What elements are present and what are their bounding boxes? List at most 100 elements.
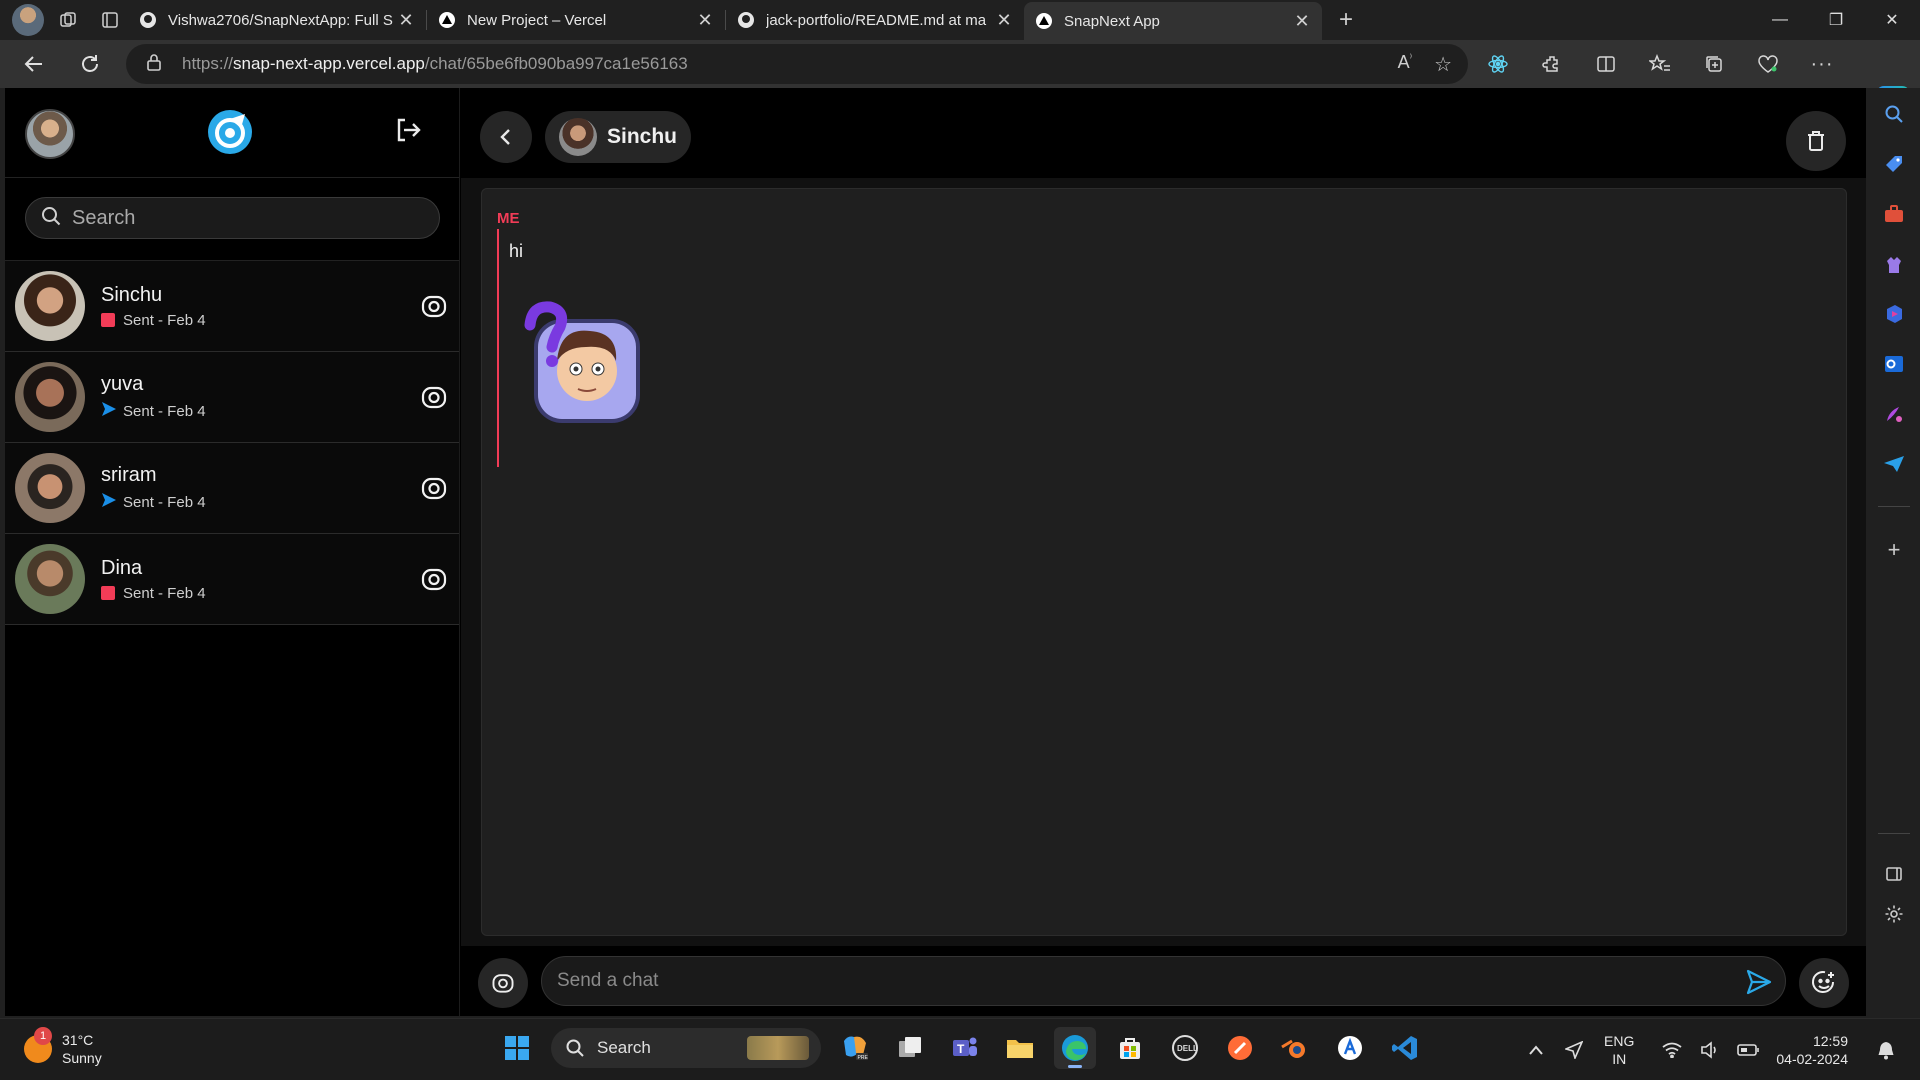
read-aloud-icon[interactable]: A⁾	[1398, 52, 1412, 77]
hide-sidebar-icon[interactable]	[1878, 858, 1910, 890]
copilot-preview-icon[interactable]: PRE	[834, 1027, 876, 1069]
close-tab-icon[interactable]: ✕	[396, 10, 416, 31]
start-button[interactable]	[496, 1027, 538, 1069]
avatar	[559, 118, 597, 156]
close-tab-icon[interactable]: ✕	[994, 10, 1014, 31]
camera-icon[interactable]	[419, 291, 449, 321]
back-icon[interactable]	[14, 44, 54, 84]
battery-icon[interactable]	[1734, 1043, 1762, 1057]
message-input[interactable]	[557, 970, 1707, 992]
logout-icon[interactable]	[393, 115, 429, 151]
snapnext-logo-icon[interactable]	[208, 110, 252, 154]
tab-snapnext-app[interactable]: SnapNext App ✕	[1024, 2, 1322, 40]
message-text: hi	[509, 241, 524, 261]
url-field[interactable]: https://snap-next-app.vercel.app/chat/65…	[126, 44, 1468, 84]
address-bar-row: https://snap-next-app.vercel.app/chat/65…	[0, 40, 1920, 120]
settings-gear-icon[interactable]	[1878, 898, 1910, 930]
task-view-icon[interactable]	[889, 1027, 931, 1069]
weather-widget[interactable]: 1 31°C Sunny	[24, 1027, 102, 1067]
chat-list-item[interactable]: yuva Sent - Feb 4	[5, 352, 459, 443]
avatar	[15, 271, 85, 341]
recipient-pill[interactable]: Sinchu	[545, 111, 692, 163]
camera-icon[interactable]	[419, 564, 449, 594]
browser-tab-strip: Vishwa2706/SnapNextApp: Full S ✕ New Pro…	[0, 0, 1920, 40]
minimize-icon[interactable]: —	[1752, 0, 1808, 40]
camera-icon[interactable]	[419, 473, 449, 503]
notifications-bell-icon[interactable]	[1872, 1040, 1900, 1060]
chat-list-item[interactable]: Dina Sent - Feb 4	[5, 534, 459, 625]
restore-icon[interactable]: ❐	[1808, 0, 1864, 40]
browser-essentials-icon[interactable]	[1750, 46, 1786, 82]
system-clock[interactable]: 12:59 04-02-2024	[1776, 1032, 1848, 1068]
react-devtools-icon[interactable]	[1480, 46, 1516, 82]
close-tab-icon[interactable]: ✕	[1292, 11, 1312, 32]
message-input-box[interactable]	[541, 956, 1786, 1006]
location-arrow-icon[interactable]	[1560, 1041, 1588, 1059]
sent-snap-icon	[101, 313, 115, 327]
tab-github-snapnextapp[interactable]: Vishwa2706/SnapNextApp: Full S ✕	[128, 3, 426, 37]
volume-icon[interactable]	[1696, 1041, 1724, 1059]
collections-icon[interactable]	[1696, 46, 1732, 82]
dell-icon[interactable]: DELL	[1164, 1027, 1206, 1069]
vercel-icon	[437, 10, 457, 30]
avatar	[15, 544, 85, 614]
designer-icon[interactable]	[1878, 398, 1910, 430]
blender-icon[interactable]	[1274, 1027, 1316, 1069]
favorite-star-icon[interactable]: ☆	[1434, 52, 1452, 77]
edge-sidebar: +	[1868, 88, 1920, 1016]
outlook-icon[interactable]	[1878, 348, 1910, 380]
shopping-tag-icon[interactable]	[1878, 148, 1910, 180]
tab-github-readme[interactable]: jack-portfolio/README.md at ma ✕	[726, 3, 1024, 37]
back-button[interactable]	[480, 111, 532, 163]
split-screen-icon[interactable]	[1588, 46, 1624, 82]
camera-icon[interactable]	[419, 382, 449, 412]
sender-label: ME	[497, 210, 520, 227]
new-tab-button[interactable]: +	[1328, 2, 1364, 38]
delete-chat-button[interactable]	[1786, 111, 1846, 171]
workspaces-icon[interactable]	[50, 2, 86, 38]
avatar	[15, 362, 85, 432]
svg-text:DELL: DELL	[1177, 1044, 1198, 1053]
app-installer-icon[interactable]	[1329, 1027, 1371, 1069]
chat-list-item[interactable]: Sinchu Sent - Feb 4	[5, 261, 459, 352]
postman-icon[interactable]	[1219, 1027, 1261, 1069]
search-input[interactable]	[72, 206, 412, 230]
chat-name: yuva	[101, 373, 144, 395]
lock-icon[interactable]	[146, 53, 166, 76]
chat-status: Sent - Feb 4	[123, 584, 206, 602]
vscode-icon[interactable]	[1384, 1027, 1426, 1069]
notification-badge: 1	[34, 1027, 52, 1045]
clock-time: 12:59	[1812, 1033, 1848, 1049]
refresh-icon[interactable]	[70, 44, 110, 84]
my-avatar[interactable]	[25, 109, 75, 159]
send-icon[interactable]	[1745, 968, 1773, 996]
search-icon[interactable]	[1878, 98, 1910, 130]
favorites-icon[interactable]	[1642, 46, 1678, 82]
close-tab-icon[interactable]: ✕	[695, 10, 715, 31]
more-menu-icon[interactable]: ···	[1804, 46, 1840, 82]
microsoft-store-icon[interactable]	[1109, 1027, 1151, 1069]
tools-icon[interactable]	[1878, 198, 1910, 230]
microsoft-365-icon[interactable]	[1878, 298, 1910, 330]
chevron-up-icon[interactable]	[1522, 1045, 1550, 1055]
tab-actions-icon[interactable]	[92, 2, 128, 38]
taskbar-search[interactable]: Search	[551, 1028, 821, 1068]
search-box[interactable]	[25, 197, 440, 239]
wifi-icon[interactable]	[1658, 1042, 1686, 1058]
vercel-icon	[1034, 11, 1054, 31]
emoji-button[interactable]	[1799, 958, 1849, 1008]
file-explorer-icon[interactable]	[999, 1027, 1041, 1069]
composer-bar	[461, 946, 1866, 1016]
close-window-icon[interactable]: ✕	[1864, 0, 1920, 40]
tab-vercel-new-project[interactable]: New Project – Vercel ✕	[427, 3, 725, 37]
chat-list-item[interactable]: sriram Sent - Feb 4	[5, 443, 459, 534]
extensions-icon[interactable]	[1534, 46, 1570, 82]
edge-browser-icon[interactable]	[1054, 1027, 1096, 1069]
games-icon[interactable]	[1878, 248, 1910, 280]
camera-button[interactable]	[478, 958, 528, 1008]
input-language[interactable]: ENG IN	[1604, 1032, 1634, 1068]
teams-icon[interactable]: T	[944, 1027, 986, 1069]
browser-profile-avatar[interactable]	[12, 4, 44, 36]
send-drop-icon[interactable]	[1878, 448, 1910, 480]
add-sidebar-app-icon[interactable]: +	[1878, 534, 1910, 566]
